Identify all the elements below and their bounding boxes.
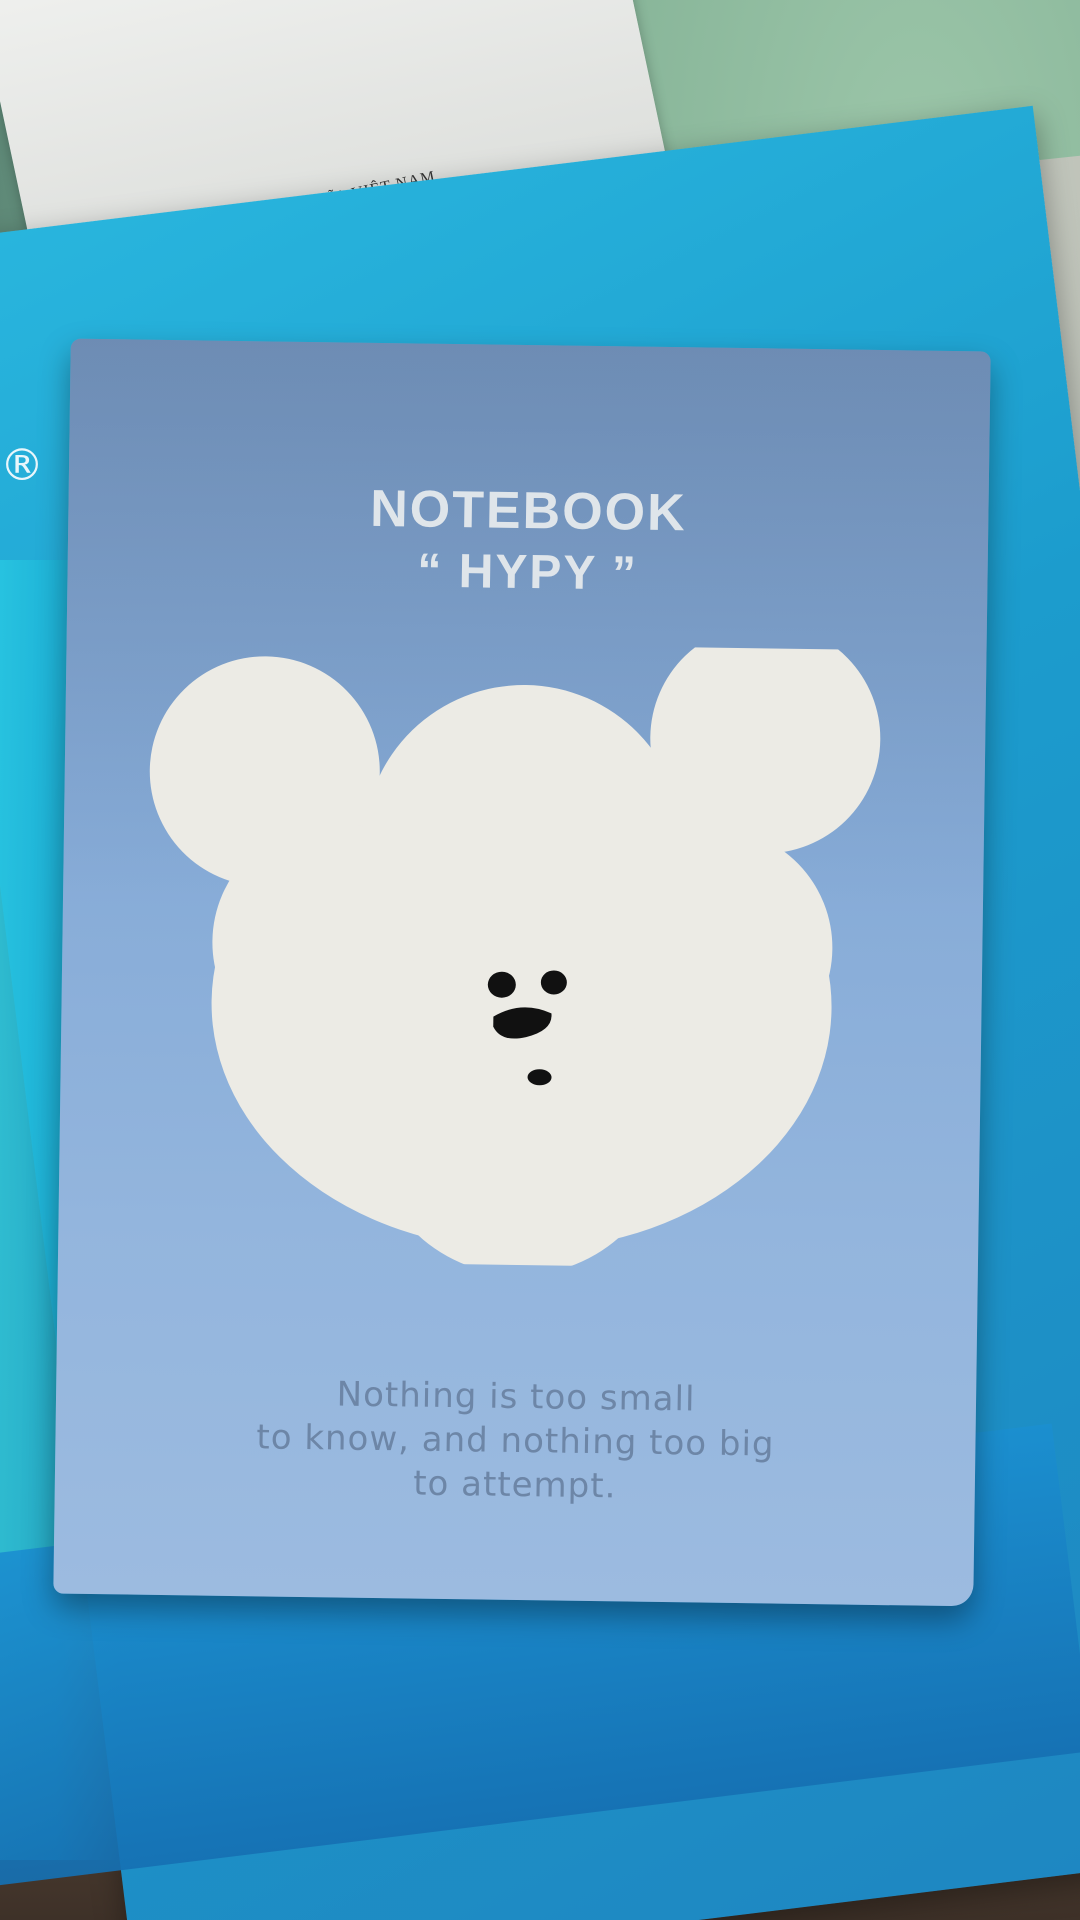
photo-scene: CỘNG HÒA XÃ HỘI CHỦ NGHĨA VIỆT NAM ® NOT…: [0, 0, 1080, 1920]
notebook-quote: Nothing is too small to know, and nothin…: [55, 1369, 977, 1514]
folder-edge-mark: ®: [0, 440, 44, 491]
bear-face-icon: [149, 639, 881, 1271]
notebook-cover: NOTEBOOK “ HYPY ” Nothing is too small t: [53, 338, 991, 1607]
